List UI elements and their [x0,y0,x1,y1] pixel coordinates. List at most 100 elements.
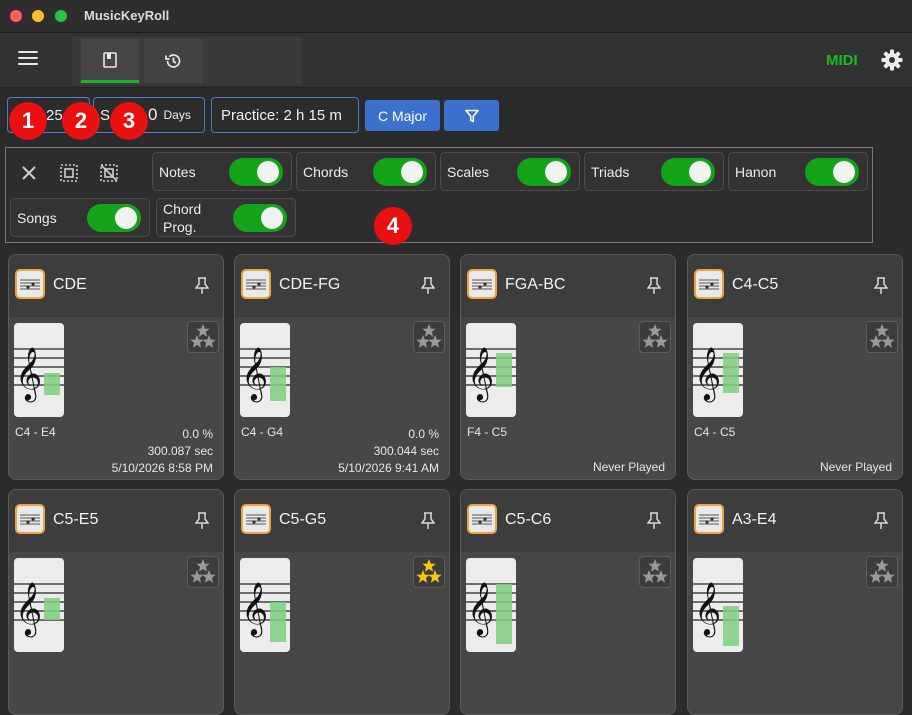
card-range: F4 - C5 [467,425,508,439]
exercise-card[interactable]: C4-C5 𝄞 C4 - C5 Never Played [687,254,903,480]
count-value: 25 [46,106,63,124]
filter-chords-switch[interactable] [373,158,427,186]
pin-icon [194,512,210,529]
tab-strip [72,37,302,85]
card-time: 300.044 sec [373,444,439,458]
exercise-card[interactable]: CDE 𝄞 C4 - E4 0.0 % 300.087 sec 5/10/2026 8:5… [8,254,224,480]
exercise-card[interactable]: A3-E4 𝄞 [687,489,903,715]
pin-button[interactable] [646,277,662,300]
pin-button[interactable] [873,277,889,300]
svg-text:MIDI: MIDI [826,52,858,67]
star-icon [416,324,442,348]
filter-chord-prog-switch[interactable] [233,204,287,232]
staff-preview-icon: 𝄞 [240,581,290,642]
filter-songs-label: Songs [17,210,57,226]
card-header: C5-E5 [9,490,223,552]
clear-filters-icon[interactable] [18,162,40,184]
annotation-badge-4: 4 [374,207,412,245]
filter-chords[interactable]: Chords [296,152,436,191]
card-percent: 0.0 % [408,427,439,441]
annotation-badge-2: 2 [62,102,100,140]
book-icon [103,51,117,68]
minimize-window-button[interactable] [32,10,44,22]
pin-button[interactable] [194,277,210,300]
midi-icon[interactable]: MIDI [826,51,862,67]
favorite-button[interactable] [639,321,671,353]
staff-preview-icon: 𝄞 [693,581,743,646]
pin-icon [420,277,436,294]
star-icon [642,559,668,583]
staff-preview-icon: 𝄞 [466,581,516,644]
menu-icon[interactable] [18,51,38,69]
filter-chord-prog[interactable]: Chord Prog. [156,198,296,237]
music-sheet-icon [20,279,40,290]
svg-text:𝄞: 𝄞 [694,346,721,402]
deselect-all-icon[interactable] [98,162,120,184]
select-all-icon[interactable] [58,162,80,184]
key-button[interactable]: C Major [365,100,440,131]
filter-notes[interactable]: Notes [152,152,292,191]
pin-icon [194,277,210,294]
card-date: 5/10/2026 8:58 PM [111,461,213,475]
pin-button[interactable] [873,512,889,535]
filter-scales-switch[interactable] [517,158,571,186]
filter-button[interactable] [444,100,499,131]
card-range: C4 - G4 [241,425,284,439]
svg-text:𝄞: 𝄞 [467,581,494,637]
streak-prefix: S [100,106,111,124]
tab-history[interactable] [144,39,202,83]
filter-scales[interactable]: Scales [440,152,580,191]
filter-hanon[interactable]: Hanon [728,152,868,191]
staff-preview-icon: 𝄞 [466,346,516,402]
exercise-card[interactable]: C5-C6 𝄞 [460,489,676,715]
staff-preview: 𝄞 [240,323,290,417]
filter-triads[interactable]: Triads [584,152,724,191]
card-date: 5/10/2026 9:41 AM [338,461,439,475]
gear-icon[interactable] [880,48,904,72]
favorite-button[interactable] [413,556,445,588]
card-header: C5-C6 [461,490,675,552]
favorite-button[interactable] [866,556,898,588]
music-sheet-icon [246,279,266,290]
streak-value: 0 [148,105,158,124]
card-range: C4 - E4 [15,425,56,439]
staff-preview-icon: 𝄞 [14,581,64,637]
exercise-card[interactable]: CDE-FG 𝄞 C4 - G4 0.0 % 300.044 sec 5/10/2026 … [234,254,450,480]
pin-button[interactable] [420,512,436,535]
card-title: A3-E4 [732,511,777,528]
pin-button[interactable] [646,512,662,535]
favorite-button[interactable] [413,321,445,353]
zoom-window-button[interactable] [55,10,67,22]
svg-text:𝄞: 𝄞 [241,346,268,402]
history-icon [165,54,181,68]
filter-triads-switch[interactable] [661,158,715,186]
exercise-card[interactable]: C5-E5 𝄞 [8,489,224,715]
staff-preview: 𝄞 [14,558,64,652]
staff-preview-icon: 𝄞 [240,346,290,402]
filter-songs-switch[interactable] [87,204,141,232]
pin-button[interactable] [420,277,436,300]
practice-time: Practice: 2 h 15 m [221,106,342,124]
card-title: FGA-BC [505,276,566,293]
favorite-button[interactable] [639,556,671,588]
star-filled-icon [416,559,442,583]
practice-pill[interactable]: Practice: 2 h 15 m [211,97,359,133]
staff-preview: 𝄞 [14,323,64,417]
exercise-card[interactable]: C5-G5 𝄞 [234,489,450,715]
filter-songs[interactable]: Songs [10,198,150,237]
favorite-button[interactable] [187,321,219,353]
filter-chords-label: Chords [303,164,349,180]
filter-hanon-switch[interactable] [805,158,859,186]
favorite-button[interactable] [187,556,219,588]
staff-preview: 𝄞 [466,323,516,417]
favorite-button[interactable] [866,321,898,353]
exercise-card[interactable]: FGA-BC 𝄞 F4 - C5 Never Played [460,254,676,480]
pin-button[interactable] [194,512,210,535]
tab-library[interactable] [81,39,139,83]
card-type-icon [15,504,45,534]
card-title: C4-C5 [732,276,779,293]
pin-icon [646,277,662,294]
close-window-button[interactable] [10,10,22,22]
filter-notes-switch[interactable] [229,158,283,186]
streak-unit: Days [163,108,191,122]
